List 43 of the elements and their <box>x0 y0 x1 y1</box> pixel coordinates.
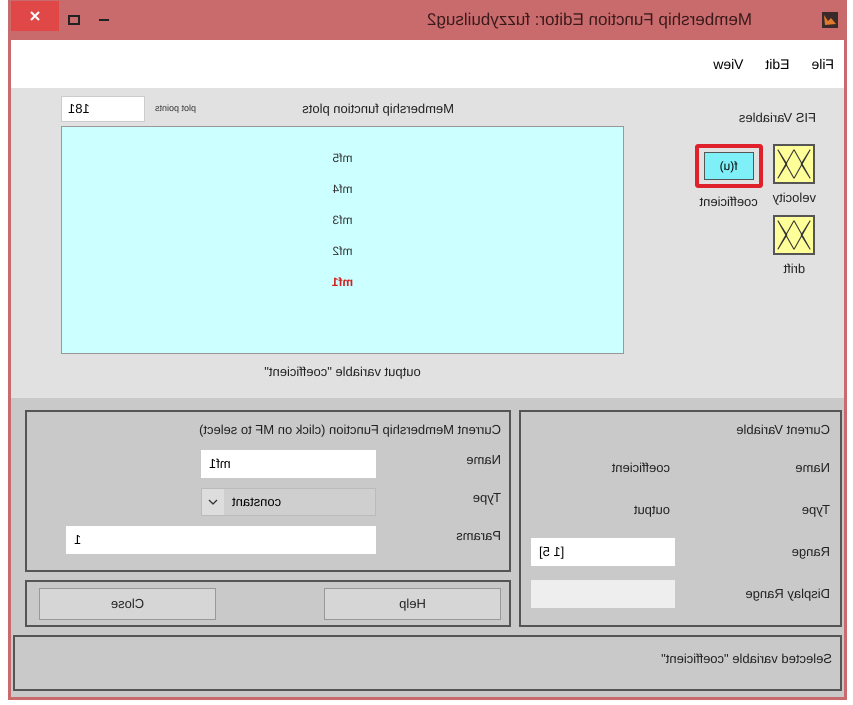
text-field[interactable]: mf1 <box>201 450 376 478</box>
panel-title: Current Membership Function (click on MF to select) <box>199 421 501 439</box>
text-field[interactable]: 1 <box>66 526 376 554</box>
field-label: Name <box>465 450 501 468</box>
menu-item[interactable]: View <box>713 54 744 74</box>
field-label: Type <box>800 500 830 519</box>
variable-label: coefficient <box>700 192 758 210</box>
text-field[interactable] <box>531 580 675 608</box>
app-icon <box>822 12 838 28</box>
input-variable-block[interactable] <box>773 215 816 255</box>
field-label: Range <box>790 542 830 561</box>
mf-label[interactable]: mf3 <box>332 211 353 229</box>
type-dropdown[interactable]: constant <box>201 488 376 516</box>
dialog-button[interactable]: Help <box>324 588 501 620</box>
value-text: output <box>634 500 670 519</box>
field-label: Type <box>472 488 501 507</box>
status-text: Selected variable "coefficient" <box>661 650 832 668</box>
mf-label[interactable]: mf5 <box>332 149 353 167</box>
plot-points-label: plot points <box>155 102 196 116</box>
plot-title: Membership function plots <box>302 100 454 118</box>
text-field[interactable]: [1 5] <box>531 538 675 566</box>
menu-item[interactable]: Edit <box>765 54 790 74</box>
close-button[interactable] <box>11 1 59 31</box>
plot-points-field[interactable]: 181 <box>61 96 145 122</box>
field-label: Params <box>455 526 501 544</box>
value-text: coefficient <box>612 458 670 477</box>
input-variable-block[interactable] <box>773 144 816 184</box>
window-title: Membership Function Editor: fuzzybuilsug2 <box>426 9 752 32</box>
mf-label[interactable]: mf4 <box>332 180 353 198</box>
output-variable-block[interactable]: f(u) <box>694 144 763 188</box>
field-label: Name <box>794 458 830 477</box>
dialog-button[interactable]: Close <box>39 588 216 620</box>
variable-label: drift <box>783 260 806 278</box>
menu-item[interactable]: File <box>811 54 834 74</box>
variable-label: velocity <box>772 188 816 207</box>
section-label: FIS Variables <box>738 109 816 127</box>
panel-title: Current Variable <box>736 421 830 439</box>
plot-caption: output variable "coefficient" <box>264 363 421 381</box>
chevron-down-icon <box>208 498 218 504</box>
field-label: Display Range <box>744 584 830 603</box>
close-icon <box>30 11 40 21</box>
mf-label[interactable]: mf1 <box>332 273 354 291</box>
mf-label[interactable]: mf2 <box>332 242 353 260</box>
